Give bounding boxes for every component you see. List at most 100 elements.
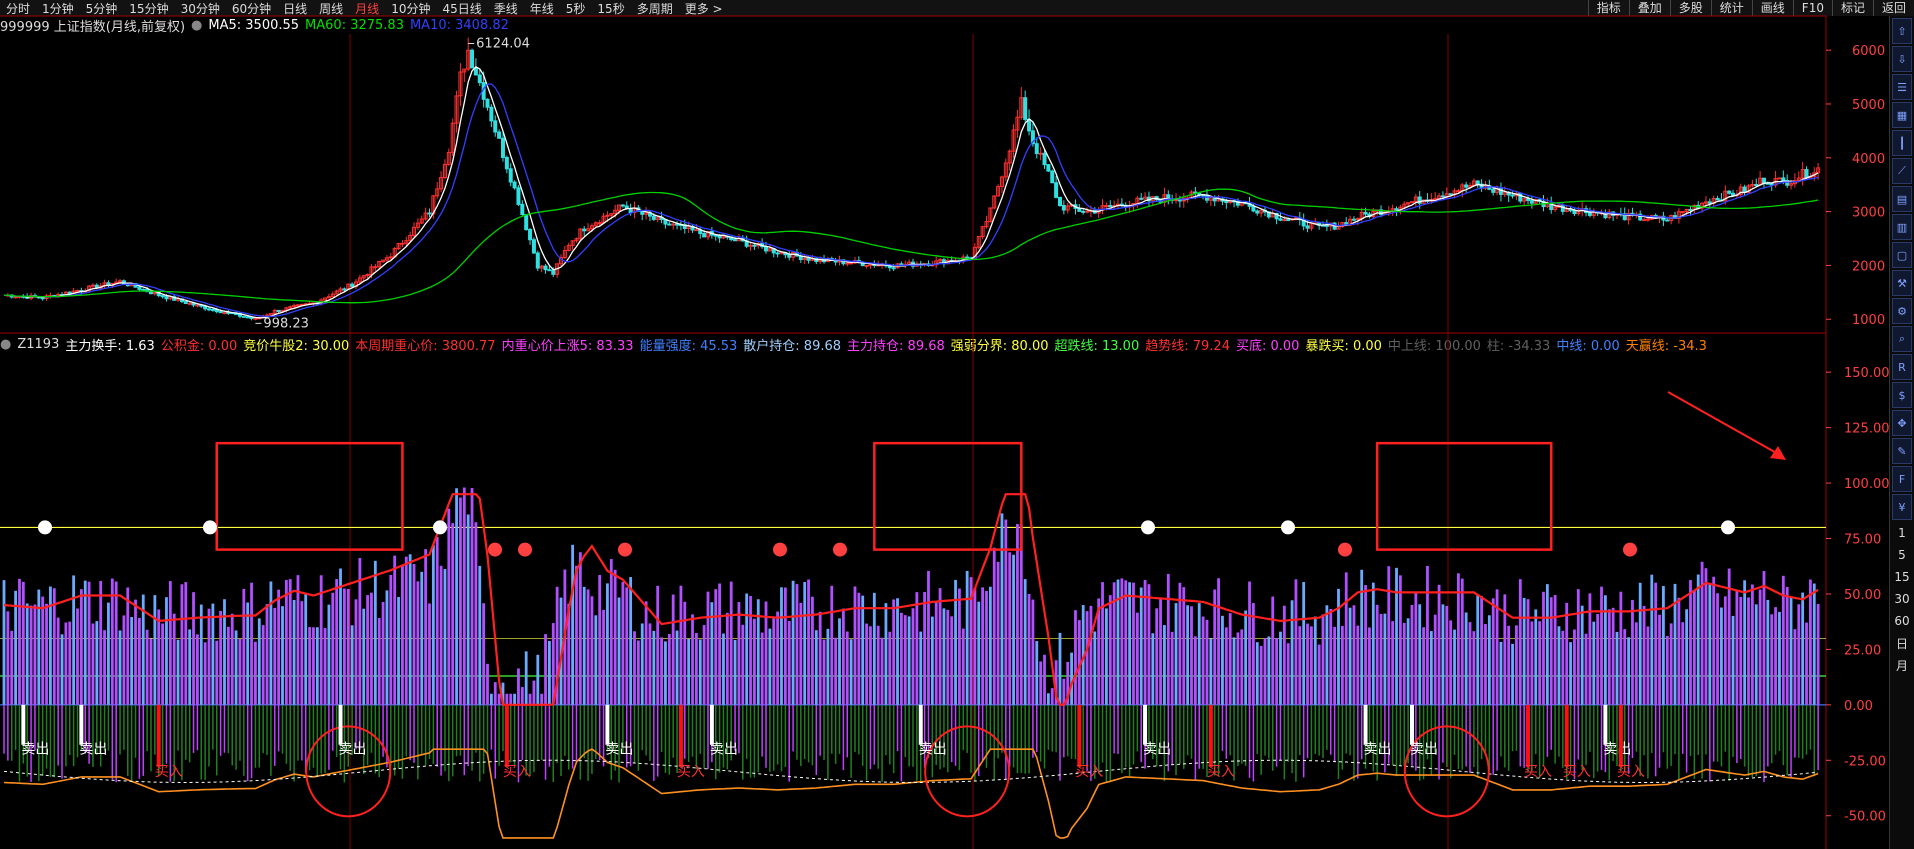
grid-icon[interactable]: ▦ xyxy=(1892,102,1912,128)
histogram-bar xyxy=(284,580,288,705)
candle-body xyxy=(241,315,246,318)
candle-body xyxy=(1464,184,1469,188)
candle-body xyxy=(524,214,529,231)
candle-body xyxy=(516,187,521,205)
histogram-bar xyxy=(1627,637,1630,705)
search-icon[interactable]: ⌕ xyxy=(1892,326,1912,352)
histogram-bar xyxy=(1387,566,1391,705)
histogram-bar xyxy=(872,592,876,705)
period-shortcut[interactable]: 月 xyxy=(1890,654,1914,676)
window-icon[interactable]: ▢ xyxy=(1892,242,1912,268)
histogram-bar xyxy=(312,627,315,705)
candle-body xyxy=(1027,118,1032,132)
ma5-line xyxy=(4,65,1819,319)
tool-icon[interactable]: ⚒ xyxy=(1892,270,1912,296)
y-tick-label: 0.00 xyxy=(1844,699,1873,714)
period-shortcut[interactable]: 15 xyxy=(1890,566,1914,588)
histogram-bar xyxy=(1371,582,1375,705)
histogram-bar xyxy=(1143,579,1147,705)
sell-signal-bar xyxy=(1603,704,1608,745)
histogram-bar xyxy=(532,680,536,705)
histogram-bar xyxy=(1654,582,1658,705)
histogram-bar xyxy=(366,595,369,705)
candle-icon[interactable]: ┃ xyxy=(1892,130,1912,156)
histogram-bar xyxy=(1170,631,1174,705)
histogram-bar xyxy=(1360,569,1364,705)
histogram-bar xyxy=(346,588,350,705)
histogram-bar xyxy=(404,556,408,705)
histogram-bar xyxy=(652,630,656,705)
histogram-bar xyxy=(420,571,424,705)
period-shortcut[interactable]: 日 xyxy=(1890,632,1914,654)
histogram-bar xyxy=(1070,652,1073,705)
candle-body xyxy=(400,242,405,245)
histogram-bar xyxy=(544,634,547,705)
histogram-bar xyxy=(1340,625,1344,705)
sell-signal-bar xyxy=(918,704,923,745)
y-tick-label: 25.00 xyxy=(1844,643,1881,658)
period-shortcut[interactable]: 5 xyxy=(1890,544,1914,566)
histogram-bar xyxy=(1398,575,1402,705)
histogram-bar xyxy=(342,588,346,705)
dollar-icon[interactable]: $ xyxy=(1892,382,1912,408)
histogram-bar xyxy=(1313,616,1317,705)
histogram-bar xyxy=(1240,629,1244,705)
histogram-bar xyxy=(261,625,265,705)
pen-icon[interactable]: ✎ xyxy=(1892,438,1912,464)
histogram-bar xyxy=(1046,693,1050,705)
histogram-bar xyxy=(435,536,439,705)
histogram-bar xyxy=(114,581,118,705)
histogram-bar xyxy=(1155,608,1159,705)
histogram-bar xyxy=(1801,592,1805,705)
histogram-bar xyxy=(625,587,629,705)
arrow-up-icon[interactable]: ⇧ xyxy=(1892,18,1912,44)
histogram-bar xyxy=(110,578,114,705)
list-icon[interactable]: ☰ xyxy=(1892,74,1912,100)
histogram-bar xyxy=(1778,611,1781,705)
plus-marker-icon xyxy=(203,520,217,535)
histogram-bar xyxy=(609,559,613,705)
histogram-bar xyxy=(1193,636,1197,705)
candle-body xyxy=(210,308,215,311)
histogram-bar xyxy=(834,637,838,705)
histogram-bar xyxy=(1789,596,1793,705)
bar-icon[interactable]: ▥ xyxy=(1892,214,1912,240)
histogram-bar xyxy=(1557,626,1561,705)
settings-icon[interactable]: ⚙ xyxy=(1892,298,1912,324)
sell-signal-label: 卖出 xyxy=(919,742,947,758)
period-shortcut[interactable]: 1 xyxy=(1890,522,1914,544)
period-shortcut[interactable]: 60 xyxy=(1890,610,1914,632)
move-icon[interactable]: ✥ xyxy=(1892,410,1912,436)
candle-body xyxy=(253,317,258,320)
y-tick-label: 75.00 xyxy=(1844,533,1881,548)
histogram-bar xyxy=(1681,622,1685,705)
histogram-bar xyxy=(292,600,296,705)
period-shortcut[interactable]: 30 xyxy=(1890,588,1914,610)
plus-marker-icon xyxy=(38,520,52,535)
arrow-down-icon[interactable]: ⇩ xyxy=(1892,46,1912,72)
candle-body xyxy=(1104,205,1109,208)
histogram-bar xyxy=(1414,591,1418,705)
rsi-icon[interactable]: R xyxy=(1892,354,1912,380)
histogram-bar xyxy=(606,583,609,705)
histogram-bar xyxy=(725,612,729,705)
candle-body xyxy=(1251,205,1256,212)
line-icon[interactable]: ⟋ xyxy=(1892,158,1912,184)
histogram-bar xyxy=(377,618,381,705)
candle-body xyxy=(547,269,552,272)
money-icon[interactable]: ¥ xyxy=(1892,494,1912,520)
histogram-bar xyxy=(772,616,776,705)
histogram-bar xyxy=(1580,605,1584,705)
histogram-bar xyxy=(1491,598,1495,705)
histogram-bar xyxy=(439,565,443,705)
fs-icon[interactable]: F xyxy=(1892,466,1912,492)
histogram-bar xyxy=(884,603,888,705)
histogram-bar xyxy=(841,608,845,705)
chart-icon[interactable]: ▤ xyxy=(1892,186,1912,212)
histogram-bar xyxy=(416,581,420,705)
histogram-bar xyxy=(919,631,923,705)
candle-body xyxy=(141,288,146,291)
histogram-bar xyxy=(973,588,977,705)
histogram-bar xyxy=(540,693,544,705)
histogram-bar xyxy=(1012,554,1015,705)
